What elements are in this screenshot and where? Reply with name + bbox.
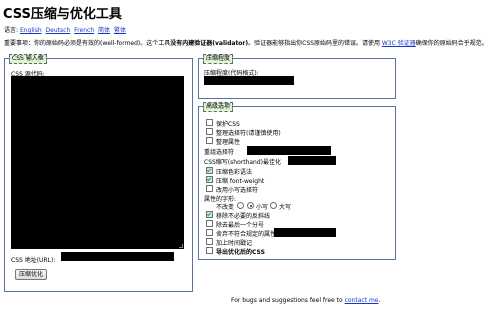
advanced-options-legend: 高级选项 [203,102,234,112]
compress-font-weight-label: 压缩 font-weight [216,178,265,185]
protect-css-checkbox[interactable] [206,119,213,126]
export-optimized-css-label: 导出优化后的CSS [216,249,265,256]
case-unchanged-radio[interactable] [237,202,244,209]
css-input-panel: CSS 输入框 CSS 源代码: CSS 地址(URL): 压缩优化 [4,54,193,292]
language-link-traditional-chinese[interactable]: 繁体 [114,27,126,34]
lowercase-selectors-label: 改用小写选择符 [216,187,259,194]
compress-submit-button[interactable]: 压缩优化 [15,269,48,280]
language-prefix: 语言: [4,27,19,34]
regroup-selectors-select[interactable] [247,146,331,155]
sort-selectors-label: 整理选择符(请谨慎使用) [216,130,281,137]
sort-properties-label: 整理属性 [216,139,241,146]
css-url-input[interactable] [61,252,174,261]
w3c-validator-link[interactable]: W3C 验证器 [382,40,416,47]
remove-last-semicolon-label: 除去最后一个分号 [216,222,265,229]
compress-colors-checkbox[interactable] [206,167,213,174]
notice-text-3: 确保你的原始码合乎规范。 [415,40,488,47]
regroup-selectors-label: 重组选择符 [204,149,235,156]
notice-text-2: 。验证器能够指出你CSS原始码里的错误。请使用 [248,40,380,47]
css-input-legend: CSS 输入框 [9,54,47,64]
case-uppercase-radio[interactable] [270,202,277,209]
compression-level-panel: 压缩程度 压缩程度(代码格式): [198,54,396,99]
css-url-label: CSS 地址(URL): [11,257,56,264]
compression-level-legend: 压缩程度 [203,54,234,64]
remove-backslash-label: 移除不必要的反斜线 [216,213,271,220]
shorthand-optimization-select[interactable] [288,156,336,165]
css-source-textarea[interactable] [11,76,184,249]
resize-handle-icon[interactable] [179,244,183,248]
page-title: CSS压缩与优化工具 [3,7,122,22]
shorthand-optimization-label: CSS缩写(shorthand)最佳化 [204,159,281,166]
language-link-deutsch[interactable]: Deutsch [46,27,71,34]
css-level-select[interactable] [274,228,336,237]
language-link-simplified-chinese[interactable]: 简体 [98,27,110,34]
remove-backslash-checkbox[interactable] [206,211,213,218]
footer-suffix: . [378,297,381,304]
case-unchanged-label: 不改变 [216,204,235,211]
contact-me-link[interactable]: contact me [345,297,379,304]
sort-selectors-checkbox[interactable] [206,128,213,135]
footer: For bugs and suggestions feel free to co… [231,297,380,304]
compression-level-select[interactable] [204,76,294,85]
remove-last-semicolon-checkbox[interactable] [206,220,213,227]
case-lowercase-radio[interactable] [247,202,254,209]
discard-invalid-properties-checkbox[interactable] [206,229,213,236]
lowercase-selectors-checkbox[interactable] [206,185,213,192]
language-bar: 语言: English Deutsch French 简体 繁体 [4,25,128,34]
sort-properties-checkbox[interactable] [206,137,213,144]
language-link-english[interactable]: English [20,27,42,34]
case-uppercase-label: 大写 [279,204,292,211]
notice-bold-text: 没有内建验证器(validator) [170,40,249,47]
add-timestamp-checkbox[interactable] [206,238,213,245]
language-link-french[interactable]: French [74,27,94,34]
footer-text: For bugs and suggestions feel free to [231,297,343,304]
protect-css-label: 保护CSS [216,121,240,128]
compress-font-weight-checkbox[interactable] [206,176,213,183]
validity-notice: 重要事项：你的原始码必须是有效的(well-formed)。这个工具没有内建验证… [4,38,488,47]
export-optimized-css-checkbox[interactable] [206,247,213,254]
compress-colors-label: 压缩色彩语法 [216,169,253,176]
notice-text-1: 重要事项：你的原始码必须是有效的(well-formed)。这个工具 [4,40,171,47]
advanced-options-panel: 高级选项 保护CSS 整理选择符(请谨慎使用) 整理属性 重组选择符 CSS缩写… [198,102,396,260]
add-timestamp-label: 加上时间戳记 [216,240,253,247]
discard-invalid-properties-label: 舍弃不符合规定的属性 [216,231,277,238]
case-lowercase-label: 小写 [256,204,269,211]
